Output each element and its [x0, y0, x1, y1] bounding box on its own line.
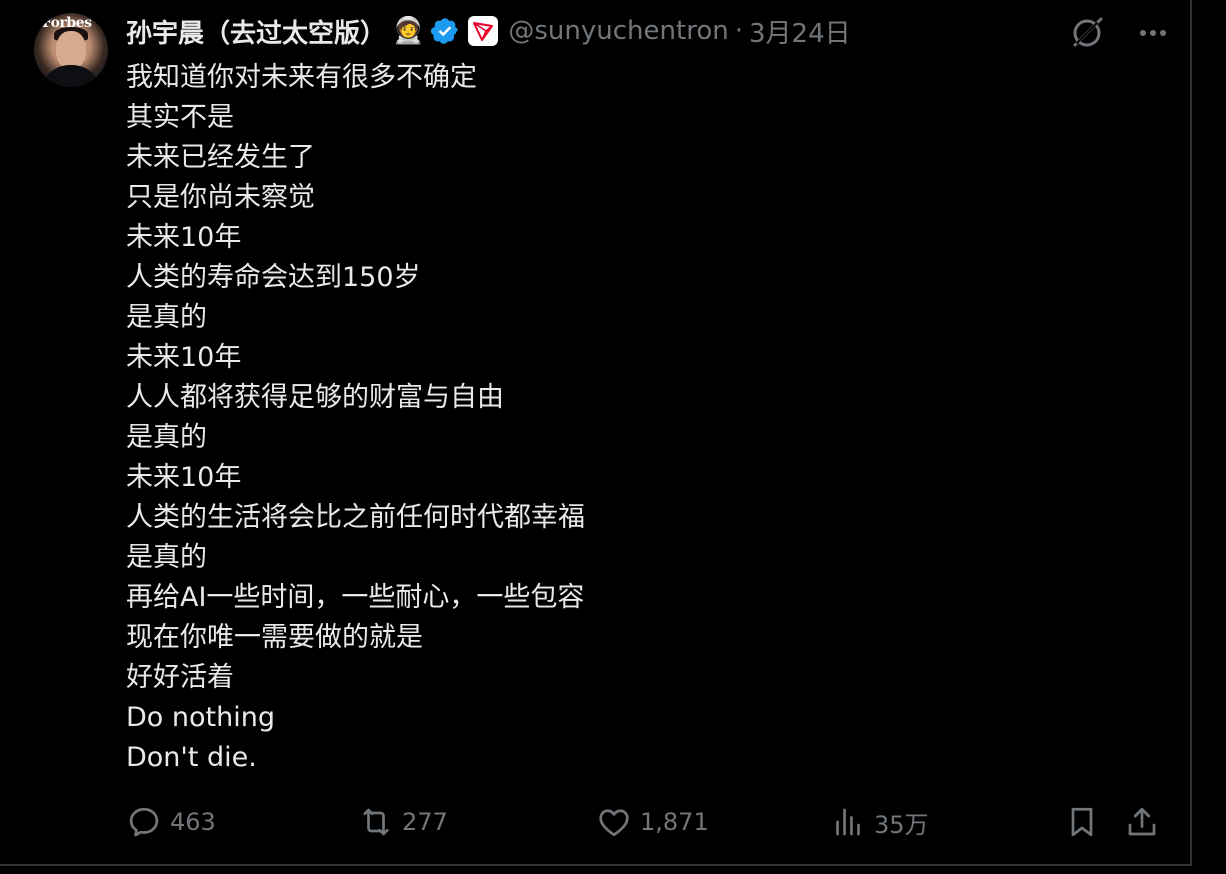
tweet-container: Forbes 孙宇晨（去过太空版） 🧑‍🚀 @sunyuchentron · 3… — [0, 0, 1192, 866]
views-button[interactable]: 35万 — [830, 800, 929, 844]
tweet-line: Don't die. — [126, 742, 257, 773]
tweet-line: 未来10年 — [126, 222, 242, 253]
tweet-header: 孙宇晨（去过太空版） 🧑‍🚀 @sunyuchentron · 3月24日 — [126, 12, 851, 50]
avatar[interactable]: Forbes — [34, 13, 108, 87]
separator-dot: · — [734, 16, 743, 46]
reply-count: 463 — [170, 808, 216, 836]
tweet-line: 是真的 — [126, 422, 207, 453]
tweet-date[interactable]: 3月24日 — [749, 13, 851, 50]
reply-button[interactable]: 463 — [126, 800, 216, 844]
tweet-line: 人人都将获得足够的财富与自由 — [126, 382, 504, 413]
tweet-line: 未来已经发生了 — [126, 142, 315, 173]
share-icon — [1128, 807, 1156, 836]
reply-icon — [129, 807, 159, 837]
like-button[interactable]: 1,871 — [596, 800, 709, 844]
tweet-line: 人类的寿命会达到150岁 — [126, 262, 421, 293]
avatar-suit — [40, 65, 102, 87]
tweet-line: 是真的 — [126, 302, 207, 333]
retweet-button[interactable]: 277 — [358, 800, 448, 844]
tron-logo-icon — [468, 16, 499, 46]
tweet-line: 好好活着 — [126, 662, 234, 693]
tweet-line: 是真的 — [126, 542, 207, 573]
avatar-logo: Forbes — [42, 15, 92, 31]
tweet-line: 其实不是 — [126, 102, 234, 133]
bookmark-button[interactable] — [1064, 800, 1100, 844]
tweet-line: 我知道你对未来有很多不确定 — [126, 62, 477, 93]
retweet-count: 277 — [402, 808, 448, 836]
tweet-line: 现在你唯一需要做的就是 — [126, 622, 423, 653]
top-right-actions — [1066, 12, 1174, 54]
tweet-line: 未来10年 — [126, 462, 242, 493]
more-icon[interactable] — [1132, 12, 1174, 54]
astronaut-emoji-icon: 🧑‍🚀 — [392, 16, 425, 46]
analytics-icon — [836, 808, 860, 836]
author-name[interactable]: 孙宇晨（去过太空版） — [126, 13, 386, 50]
share-button[interactable] — [1124, 800, 1160, 844]
bookmark-icon — [1071, 807, 1093, 837]
tweet-line: 未来10年 — [126, 342, 242, 373]
tweet-line: 只是你尚未察觉 — [126, 182, 315, 213]
tweet-line: Do nothing — [126, 702, 275, 733]
verified-icon[interactable] — [430, 16, 460, 46]
author-handle[interactable]: @sunyuchentron — [508, 16, 728, 46]
tweet-line: 再给AI一些时间，一些耐心，一些包容 — [126, 582, 585, 613]
tweet-text: 我知道你对未来有很多不确定 其实不是 未来已经发生了 只是你尚未察觉 未来10年… — [126, 58, 1166, 778]
retweet-icon — [363, 808, 389, 836]
tweet-line: 人类的生活将会比之前任何时代都幸福 — [126, 502, 585, 533]
grok-icon[interactable] — [1066, 12, 1108, 54]
avatar-face — [56, 31, 86, 69]
views-count: 35万 — [874, 810, 929, 839]
heart-icon — [599, 809, 629, 837]
action-bar: 463 277 1,871 35万 — [126, 800, 1166, 844]
like-count: 1,871 — [640, 808, 709, 836]
